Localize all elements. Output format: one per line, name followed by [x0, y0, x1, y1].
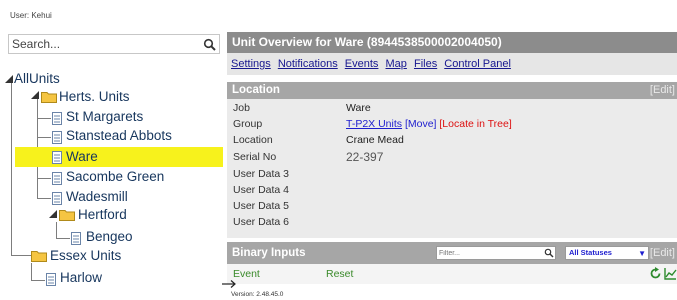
tree-group-hertford[interactable]: Hertford	[78, 206, 127, 224]
tree-group-label: Herts. Units	[59, 89, 130, 104]
field-label-userdata5: User Data 5	[233, 200, 290, 212]
tab-settings[interactable]: Settings	[231, 58, 271, 70]
unit-overview-panel: Unit Overview for Ware (8944538500002004…	[227, 32, 677, 300]
field-label-location: Location	[233, 134, 273, 146]
tab-notifications[interactable]: Notifications	[278, 58, 338, 70]
binary-inputs-header: Binary Inputs All Statuses ▼ [Edit]	[227, 242, 677, 264]
field-label-job: Job	[233, 102, 250, 114]
tree-connector	[37, 198, 51, 199]
unit-icon	[52, 151, 62, 164]
tree-connector	[56, 222, 57, 238]
tree-root-label: AllUnits	[14, 71, 60, 86]
tree-connector	[31, 263, 32, 280]
unit-overview-title-text: Unit Overview for Ware (8944538500002004…	[232, 35, 502, 49]
unit-icon	[52, 112, 62, 125]
collapse-triangle-icon[interactable]	[31, 91, 40, 100]
group-locate-link[interactable]: [Locate in Tree]	[439, 118, 511, 130]
user-label: User: Kehui	[10, 11, 52, 20]
binary-inputs-label: Binary Inputs	[232, 247, 306, 259]
tree-connector	[31, 280, 45, 281]
tree-item-label: St Margarets	[66, 109, 144, 124]
field-label-userdata3: User Data 3	[233, 168, 290, 180]
unit-icon	[46, 273, 56, 286]
group-link[interactable]: T-P2X Units	[346, 118, 402, 130]
location-header-label: Location	[232, 84, 280, 96]
binary-filter[interactable]	[436, 246, 556, 260]
tab-map[interactable]: Map	[386, 58, 407, 70]
field-value-job: Ware	[346, 102, 371, 114]
tree-item-label: Stanstead Abbots	[66, 128, 172, 143]
status-filter-select[interactable]: All Statuses ▼	[565, 246, 649, 260]
field-label-userdata4: User Data 4	[233, 184, 290, 196]
status-filter-value: All Statuses	[569, 248, 612, 257]
refresh-icon[interactable]	[649, 267, 662, 280]
field-label-serial: Serial No	[233, 151, 277, 163]
tree-item-label: Bengeo	[86, 229, 133, 244]
binary-edit-link[interactable]: [Edit]	[650, 242, 675, 264]
tree-item-label: Harlow	[60, 270, 103, 285]
tree-group-label: Hertford	[78, 207, 127, 222]
search-input[interactable]	[12, 36, 197, 52]
tab-files[interactable]: Files	[414, 58, 437, 70]
binary-input-row: Event Reset	[227, 264, 677, 284]
tree-group-herts[interactable]: Herts. Units	[59, 88, 130, 106]
field-label-group: Group	[233, 118, 263, 130]
unit-icon	[71, 232, 81, 245]
version-label: Version: 2.48.45.0	[231, 291, 284, 298]
tree-item-wadesmill[interactable]: Wadesmill	[66, 188, 128, 206]
tree-group-label: Essex Units	[50, 248, 122, 263]
field-label-userdata6: User Data 6	[233, 216, 290, 228]
tree-connector	[56, 238, 70, 239]
top-bar: User: Kehui	[0, 0, 677, 28]
collapse-triangle-icon[interactable]	[49, 210, 58, 219]
folder-icon	[59, 210, 75, 221]
tree-item-sacombe-green[interactable]: Sacombe Green	[66, 168, 164, 186]
arrow-cursor-icon	[222, 280, 236, 288]
folder-icon	[31, 251, 47, 262]
location-details: Job Ware Group T-P2X Units [Move] [Locat…	[227, 99, 677, 238]
field-value-group: T-P2X Units [Move] [Locate in Tree]	[346, 117, 512, 132]
chevron-down-icon: ▼	[638, 249, 646, 258]
unit-overview-title: Unit Overview for Ware (8944538500002004…	[227, 32, 677, 53]
tree-connector	[11, 80, 12, 255]
tree-item-label: Sacombe Green	[66, 169, 165, 184]
unit-nav-tabs: Settings Notifications Events Map Files …	[227, 53, 677, 75]
tree-item-harlow[interactable]: Harlow	[60, 269, 102, 287]
tree-connector	[11, 255, 31, 256]
tree-item-stanstead-abbots[interactable]: Stanstead Abbots	[66, 127, 172, 145]
tab-events[interactable]: Events	[345, 58, 379, 70]
search-icon[interactable]	[203, 38, 217, 52]
tree-connector	[37, 178, 51, 179]
tree-item-label: Ware	[66, 149, 98, 164]
tree-item-ware-selected[interactable]	[15, 147, 223, 167]
search-icon[interactable]	[544, 248, 554, 258]
tree-connector	[37, 137, 51, 138]
tree-item-ware[interactable]: Ware	[66, 148, 98, 166]
field-value-location: Crane Mead	[346, 134, 404, 146]
location-header: Location [Edit]	[227, 82, 677, 99]
tree-item-st-margarets[interactable]: St Margarets	[66, 108, 143, 126]
tab-control-panel[interactable]: Control Panel	[444, 58, 511, 70]
unit-tree: AllUnits Herts. Units St Margarets Stans…	[0, 58, 226, 298]
binary-input-col2: Reset	[326, 268, 354, 280]
unit-icon	[52, 172, 62, 185]
folder-icon	[41, 92, 57, 103]
field-value-serial: 22-397	[346, 150, 384, 164]
collapse-triangle-icon[interactable]	[5, 75, 14, 84]
unit-icon	[52, 192, 62, 205]
unit-icon	[52, 131, 62, 144]
group-move-link[interactable]: [Move]	[405, 118, 437, 130]
tree-item-label: Wadesmill	[66, 189, 128, 204]
tree-search[interactable]	[8, 34, 220, 54]
location-edit-link[interactable]: [Edit]	[650, 82, 675, 99]
chart-icon[interactable]	[664, 267, 677, 280]
tree-group-essex[interactable]: Essex Units	[50, 247, 121, 265]
tree-item-bengeo[interactable]: Bengeo	[86, 228, 133, 246]
binary-input-col1: Event	[233, 268, 260, 280]
binary-filter-input[interactable]	[439, 247, 539, 259]
tree-root[interactable]: AllUnits	[14, 70, 60, 88]
tree-connector	[37, 118, 51, 119]
